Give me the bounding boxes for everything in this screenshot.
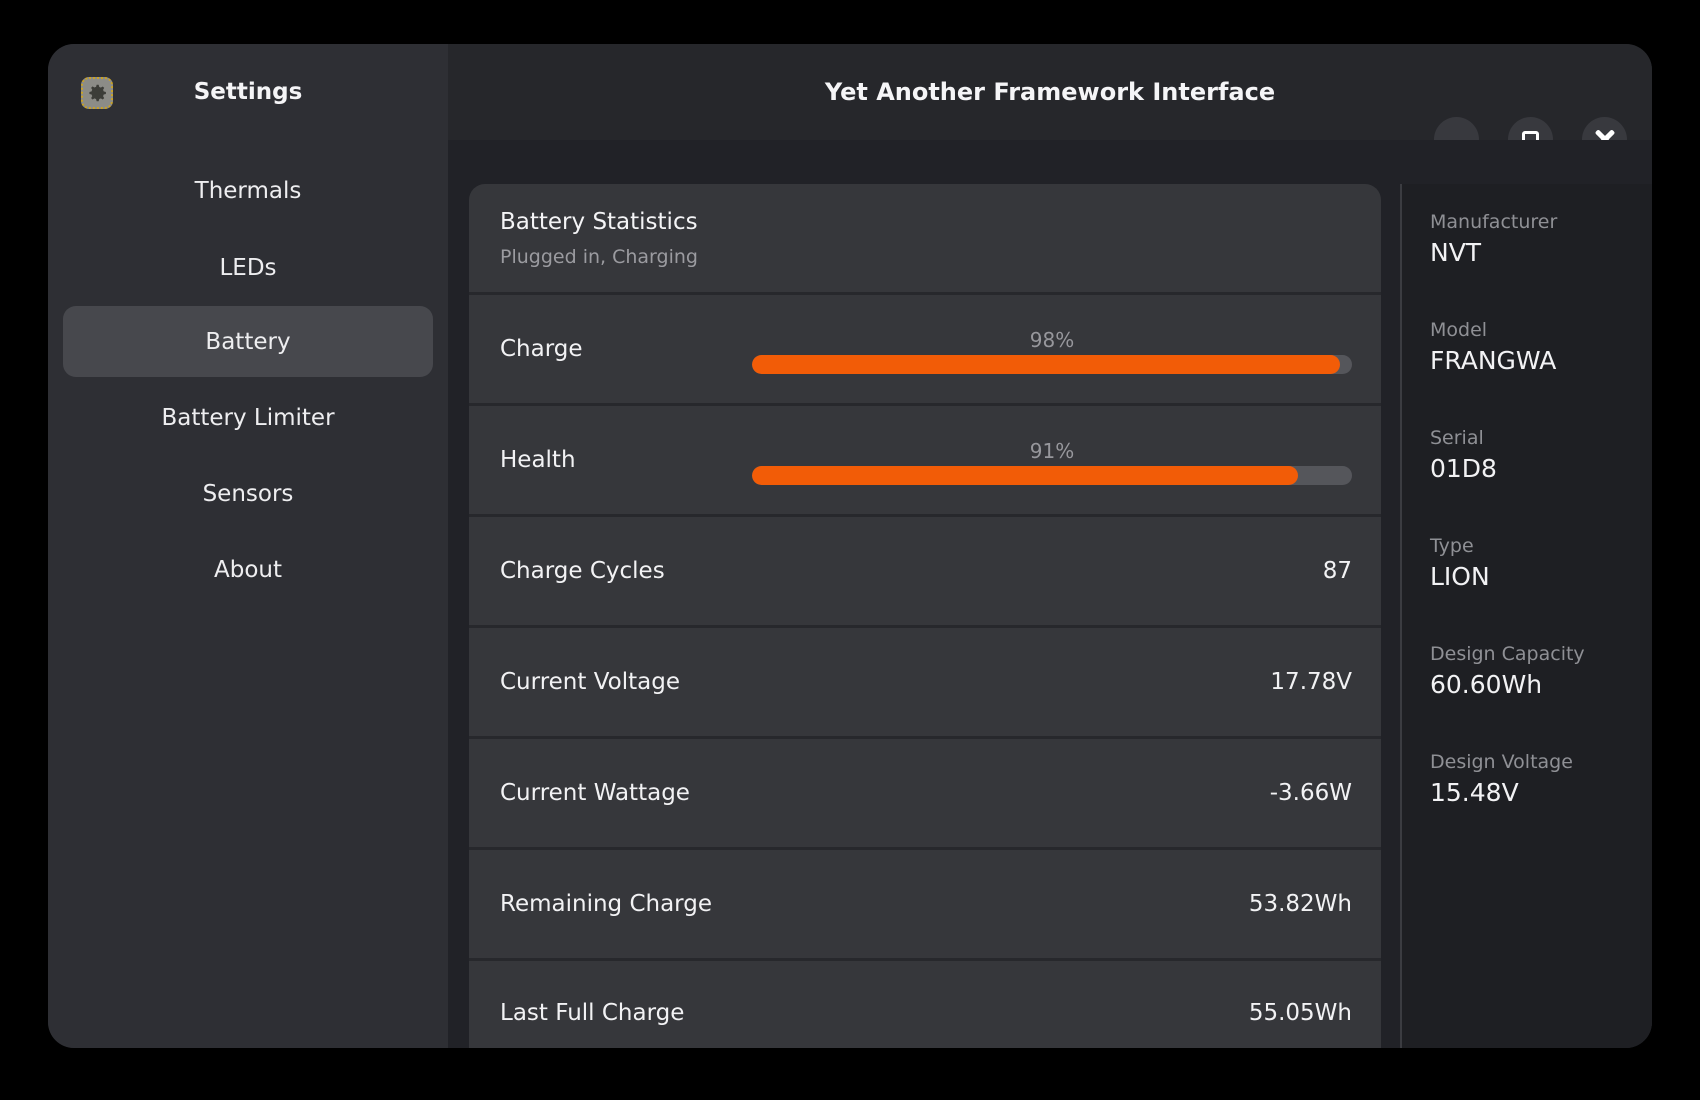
design-voltage-value: 15.48V [1430,775,1652,811]
health-row: Health 91% [469,403,1381,514]
current-voltage-row: Current Voltage 17.78V [469,625,1381,736]
card-header: Battery Statistics Plugged in, Charging [469,184,1381,292]
charge-cycles-row: Charge Cycles 87 [469,514,1381,625]
sidebar-item-battery[interactable]: Battery [63,306,433,377]
row-label: Health [500,447,576,473]
progress-track [752,466,1352,485]
progress-track [752,355,1352,374]
current-wattage-value: -3.66W [1270,780,1352,806]
last-full-charge-value: 55.05Wh [1249,1000,1352,1026]
main-content: Battery Statistics Plugged in, Charging … [448,140,1652,1048]
health-percent-label: 91% [752,440,1352,463]
row-label: Current Wattage [500,780,690,806]
row-label: Last Full Charge [500,1000,684,1026]
info-label: Design Capacity [1430,641,1652,667]
charge-cycles-value: 87 [1323,558,1352,584]
remaining-charge-value: 53.82Wh [1249,891,1352,917]
design-capacity-value: 60.60Wh [1430,667,1652,703]
row-label: Remaining Charge [500,891,712,917]
last-full-charge-row: Last Full Charge 55.05Wh [469,958,1381,1048]
charge-row: Charge 98% [469,292,1381,403]
sidebar-item-sensors[interactable]: Sensors [63,458,433,529]
remaining-charge-row: Remaining Charge 53.82Wh [469,847,1381,958]
charge-percent-label: 98% [752,329,1352,352]
model-value: FRANGWA [1430,343,1652,379]
info-label: Serial [1430,425,1652,451]
sidebar: Settings Thermals LEDs Battery Battery L… [48,44,448,1048]
row-label: Charge Cycles [500,558,665,584]
row-label: Charge [500,336,583,362]
info-design-capacity: Design Capacity 60.60Wh [1430,641,1652,703]
battery-info-panel: Manufacturer NVT Model FRANGWA Serial 01… [1400,184,1652,1048]
titlebar: Yet Another Framework Interface [448,44,1652,140]
sidebar-header: Settings [48,44,448,140]
sidebar-item-thermals[interactable]: Thermals [63,155,433,226]
current-voltage-value: 17.78V [1270,669,1352,695]
info-label: Model [1430,317,1652,343]
sidebar-item-leds[interactable]: LEDs [63,232,433,303]
battery-statistics-card: Battery Statistics Plugged in, Charging … [469,184,1381,1048]
info-model: Model FRANGWA [1430,317,1652,379]
info-label: Type [1430,533,1652,559]
charge-bar: 98% [752,295,1352,374]
serial-value: 01D8 [1430,451,1652,487]
current-wattage-row: Current Wattage -3.66W [469,736,1381,847]
info-manufacturer: Manufacturer NVT [1430,209,1652,271]
manufacturer-value: NVT [1430,235,1652,271]
info-design-voltage: Design Voltage 15.48V [1430,749,1652,811]
gear-icon [81,77,113,109]
sidebar-item-battery-limiter[interactable]: Battery Limiter [63,382,433,453]
info-serial: Serial 01D8 [1430,425,1652,487]
row-label: Current Voltage [500,669,680,695]
info-type: Type LION [1430,533,1652,595]
sidebar-item-about[interactable]: About [63,534,433,605]
card-title: Battery Statistics [500,206,1381,238]
info-label: Design Voltage [1430,749,1652,775]
type-value: LION [1430,559,1652,595]
app-window: Settings Thermals LEDs Battery Battery L… [48,44,1652,1048]
progress-fill [752,355,1340,374]
progress-fill [752,466,1298,485]
battery-status-text: Plugged in, Charging [500,244,1381,270]
desktop: Settings Thermals LEDs Battery Battery L… [0,0,1700,1100]
sidebar-app-title: Settings [194,79,303,105]
info-label: Manufacturer [1430,209,1652,235]
health-bar: 91% [752,406,1352,485]
